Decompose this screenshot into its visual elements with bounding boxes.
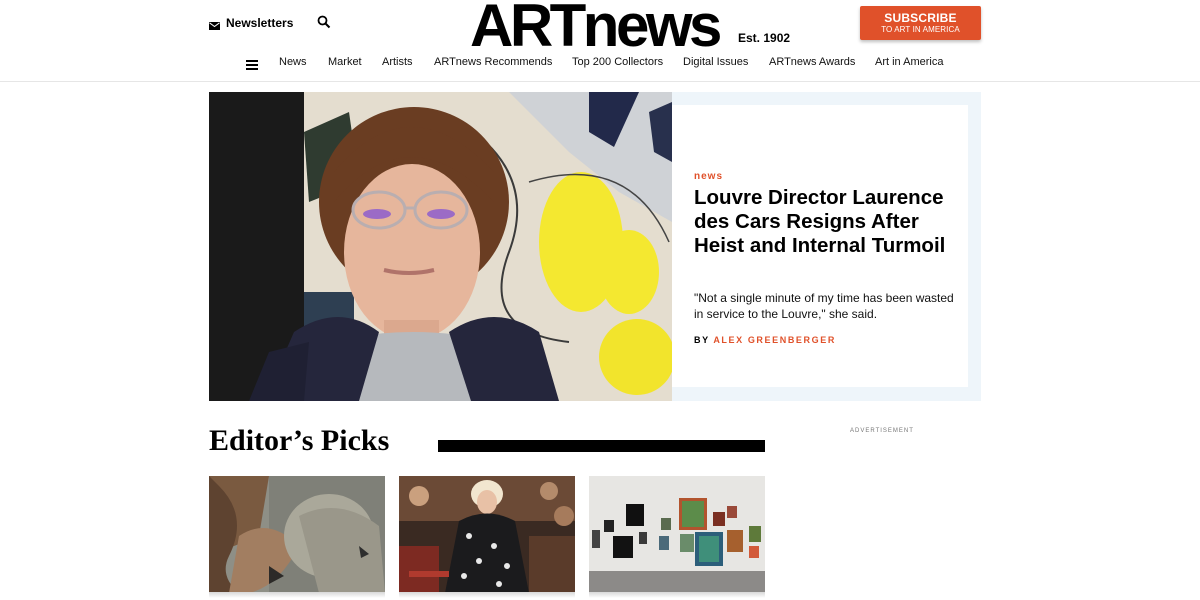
section-rule <box>438 440 765 452</box>
pick-shadow-1 <box>209 592 385 598</box>
pick-card-image-3[interactable] <box>589 476 765 593</box>
mail-icon <box>209 19 220 30</box>
pick-card-image-1[interactable] <box>209 476 385 593</box>
hero-image[interactable] <box>209 92 672 401</box>
established-text: Est. 1902 <box>738 31 791 45</box>
hero-card: news Louvre Director Laurence des Cars R… <box>672 105 968 387</box>
newsletters-link[interactable]: Newsletters <box>209 16 293 30</box>
pick-card-image-2[interactable] <box>399 476 575 593</box>
newsletters-label: Newsletters <box>226 16 294 30</box>
section-title: Editor’s Picks <box>209 424 390 457</box>
pick-shadow-2 <box>399 592 575 598</box>
story-kicker[interactable]: news <box>694 171 723 182</box>
subscribe-label: SUBSCRIBE <box>884 11 957 25</box>
nav-item-news[interactable]: News <box>279 56 307 68</box>
pick-shadow-3 <box>589 592 765 598</box>
nav-item-market[interactable]: Market <box>328 56 362 68</box>
nav-item-top-200-collectors[interactable]: Top 200 Collectors <box>572 56 663 68</box>
byline-prefix: BY <box>694 335 710 345</box>
hero-story: news Louvre Director Laurence des Cars R… <box>209 92 981 401</box>
story-dek: "Not a single minute of my time has been… <box>694 291 954 321</box>
story-byline: BY ALEX GREENBERGER <box>694 335 836 345</box>
subscribe-button[interactable]: SUBSCRIBE TO ART IN AMERICA <box>860 6 981 40</box>
main-nav: News Market Artists ARTnews Recommends T… <box>0 56 1200 72</box>
search-icon[interactable] <box>317 15 331 29</box>
story-headline[interactable]: Louvre Director Laurence des Cars Resign… <box>694 186 954 258</box>
nav-item-artnews-awards[interactable]: ARTnews Awards <box>769 56 855 68</box>
nav-item-digital-issues[interactable]: Digital Issues <box>683 56 748 68</box>
subscribe-sublabel: TO ART IN AMERICA <box>881 25 960 34</box>
site-header: Newsletters ARTnews Est. 1902 SUBSCRIBE … <box>0 0 1200 82</box>
nav-item-artists[interactable]: Artists <box>382 56 413 68</box>
advertisement-label: ADVERTISEMENT <box>850 428 914 434</box>
byline-author[interactable]: ALEX GREENBERGER <box>713 335 836 345</box>
site-logo[interactable]: ARTnews <box>470 0 722 56</box>
nav-item-art-in-america[interactable]: Art in America <box>875 56 943 68</box>
nav-item-artnews-recommends[interactable]: ARTnews Recommends <box>434 56 552 68</box>
